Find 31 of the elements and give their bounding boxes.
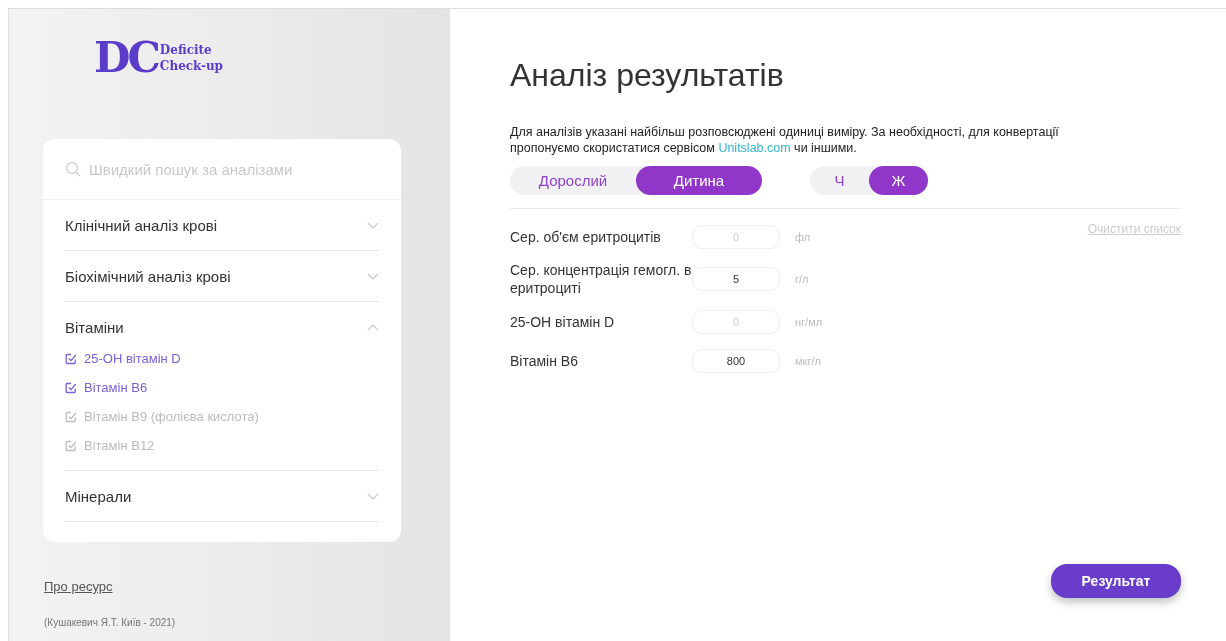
unit-label: нг/мл	[795, 315, 823, 328]
toggle-option[interactable]: Ч	[810, 166, 869, 195]
credit-text: (Кушакевич Я.Т. Київ - 2021)	[44, 617, 176, 628]
category-header[interactable]: Біохімічний аналіз крові	[65, 251, 379, 301]
toggle-option[interactable]: Дорослий	[510, 166, 636, 195]
checkbox-icon	[65, 352, 77, 365]
toggle-option[interactable]: Дитина	[636, 166, 762, 195]
field-label: Сер. об'єм еритроцитів	[510, 227, 662, 246]
logo-text: Deficite	[159, 42, 213, 58]
page-title: Аналіз результатів	[510, 57, 785, 94]
logo-mark: DC	[94, 37, 158, 79]
field-label: Вітамін В6	[510, 351, 579, 370]
unit-label: мкг/л	[795, 354, 821, 367]
info-text: Для аналізів указані найбільш розповсюджені одиниці виміру. За необхідності, для конвертації пропонуємо скористатися сервісом Unitslab.com чи іншими.	[510, 124, 1060, 156]
toggle-option[interactable]: Ж	[869, 166, 928, 195]
input-field[interactable]: 800	[692, 348, 780, 373]
unit-label: г/л	[795, 273, 809, 285]
input-field[interactable]: 5	[692, 267, 780, 291]
category-header[interactable]: Мінерали	[65, 471, 379, 521]
search-icon	[65, 161, 81, 177]
unit-label: фл	[795, 230, 811, 243]
checkbox-item[interactable]: Вітамін В6	[65, 373, 379, 402]
checkbox-icon	[65, 381, 77, 394]
logo-text: Check-up	[159, 58, 223, 74]
field-label: Сер. концентрація гемогл. в еритроциті	[510, 261, 692, 297]
about-link[interactable]: Про ресурс	[44, 579, 450, 594]
field-label: 25-ОН вітамін D	[510, 312, 616, 331]
result-button[interactable]: Результат	[1051, 564, 1181, 598]
checkbox-icon	[65, 410, 77, 423]
category-header[interactable]: Клінічний аналіз крові	[65, 200, 379, 250]
checkbox-icon	[65, 439, 77, 452]
